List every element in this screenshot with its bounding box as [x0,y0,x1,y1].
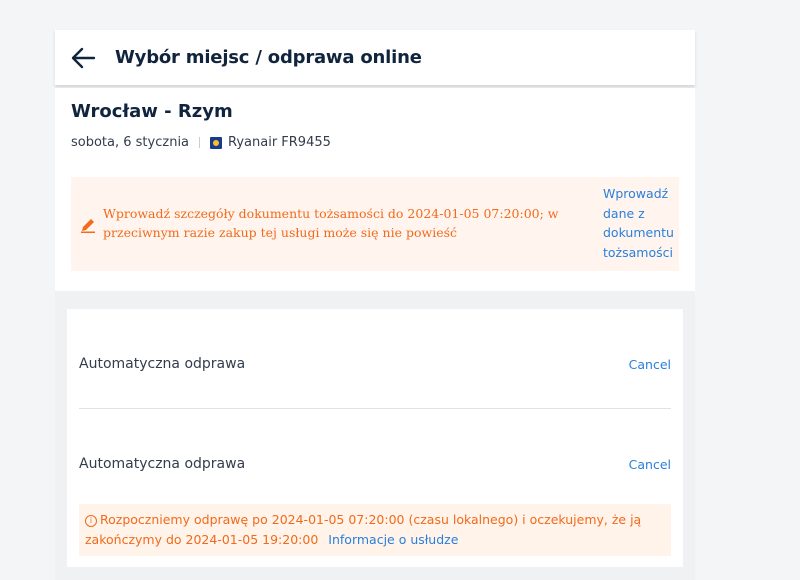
page-title: Wybór miejsc / odprawa online [115,47,422,68]
checkin-item-label: Automatyczna odprawa [79,356,246,372]
airline-logo-icon [210,136,223,149]
checkin-item: Automatyczna odprawa Cancel [79,456,671,476]
document-warning: Wprowadź szczegóły dokumentu tożsamości … [71,177,679,271]
checkin-item-label: Automatyczna odprawa [79,456,246,472]
checkin-info-text: i Rozpoczniemy odprawę po 2024-01-05 07:2… [85,510,669,550]
flight-date: sobota, 6 stycznia [71,135,190,150]
flight-summary: Wrocław - Rzym sobota, 6 stycznia Ryanai… [55,88,695,291]
main-panel: Wybór miejsc / odprawa online Wrocław - … [55,30,695,580]
row-divider [79,408,671,409]
document-warning-text: Wprowadź szczegóły dokumentu tożsamości … [103,206,559,240]
enter-document-link[interactable]: Wprowadź dane z dokumentu tożsamości [603,184,679,262]
checkin-services: Automatyczna odprawa Cancel Automatyczna… [67,309,683,567]
info-circle-icon: i [85,515,97,527]
checkin-item: Automatyczna odprawa Cancel [79,356,671,376]
service-info-link[interactable]: Informacje o usłudze [328,532,458,547]
cancel-button[interactable]: Cancel [629,357,671,372]
checkin-info: i Rozpoczniemy odprawę po 2024-01-05 07:2… [79,504,671,556]
meta-divider [199,137,201,148]
flight-meta: sobota, 6 stycznia Ryanair FR9455 [71,135,331,150]
arrow-left-icon [71,47,96,69]
back-button[interactable] [69,45,97,71]
flight-route: Wrocław - Rzym [71,101,233,122]
page-header: Wybór miejsc / odprawa online [55,30,695,85]
cancel-button[interactable]: Cancel [629,457,671,472]
airline-flight-number: Ryanair FR9455 [228,135,331,150]
pencil-icon [81,219,95,233]
